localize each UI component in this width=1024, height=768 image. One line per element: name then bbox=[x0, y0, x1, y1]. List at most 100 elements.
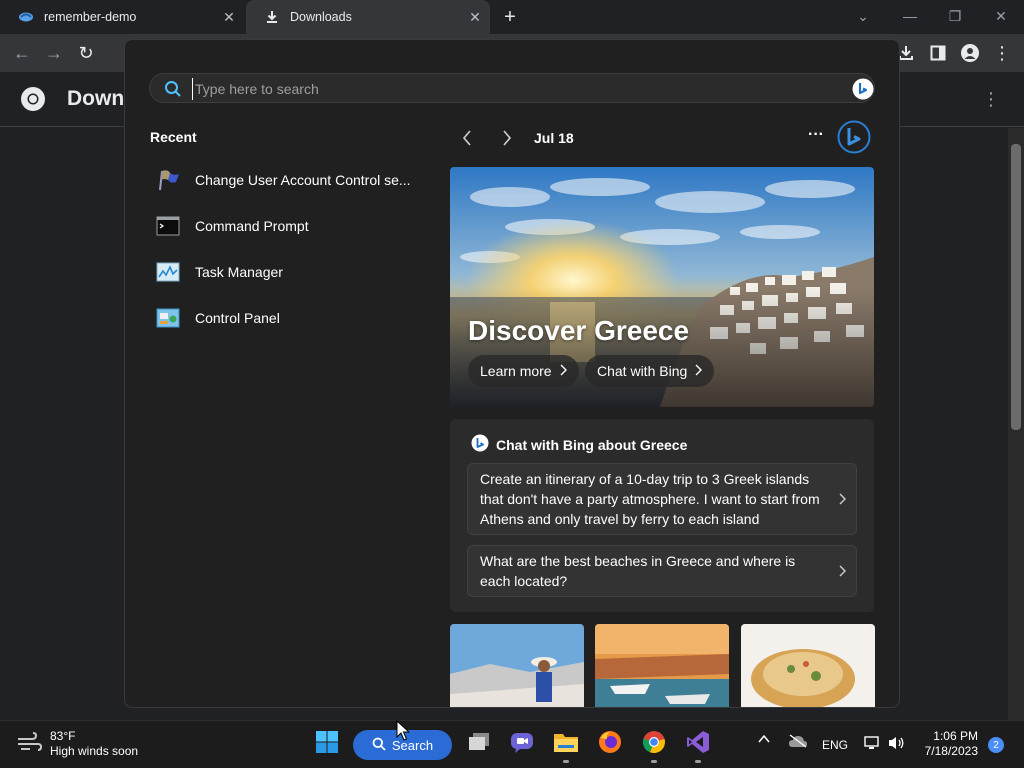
wind-icon bbox=[16, 731, 43, 758]
side-panel-icon[interactable] bbox=[926, 41, 950, 65]
running-indicator bbox=[563, 760, 569, 763]
learn-more-label: Learn more bbox=[480, 363, 552, 379]
task-view-button[interactable] bbox=[464, 729, 494, 759]
recent-item-task-manager[interactable]: Task Manager bbox=[155, 254, 415, 290]
bing-chat-card: Chat with Bing about Greece Create an it… bbox=[450, 419, 874, 612]
bing-chat-icon[interactable] bbox=[837, 120, 871, 154]
windows-logo-icon bbox=[315, 730, 339, 759]
notification-badge[interactable]: 2 bbox=[988, 737, 1004, 753]
command-prompt-icon bbox=[155, 214, 181, 238]
chevron-right-icon bbox=[560, 363, 567, 379]
download-icon bbox=[264, 9, 280, 25]
chat-with-bing-button[interactable]: Chat with Bing bbox=[585, 355, 715, 387]
chrome-button[interactable] bbox=[639, 729, 669, 763]
running-indicator bbox=[695, 760, 701, 763]
forward-icon[interactable]: → bbox=[42, 41, 66, 65]
clock-time: 1:06 PM bbox=[933, 729, 978, 743]
search-icon bbox=[372, 737, 386, 754]
tab-search-icon[interactable]: ⌄ bbox=[849, 4, 877, 28]
bing-icon bbox=[471, 434, 489, 455]
mouse-cursor-icon bbox=[396, 719, 411, 742]
chevron-right-icon bbox=[839, 490, 846, 510]
chevron-right-icon bbox=[695, 363, 703, 379]
chat-card-title: Chat with Bing about Greece bbox=[496, 436, 688, 453]
onedrive-icon[interactable] bbox=[788, 734, 808, 751]
more-options-button[interactable]: ··· bbox=[805, 126, 827, 146]
teams-chat-button[interactable] bbox=[507, 729, 537, 759]
thumbnail-food[interactable] bbox=[741, 624, 875, 707]
clock-date: 7/18/2023 bbox=[924, 744, 978, 758]
system-clock[interactable]: 1:06 PM 7/18/2023 bbox=[918, 729, 978, 759]
prompt-text: What are the best beaches in Greece and … bbox=[480, 553, 796, 589]
chevron-right-icon bbox=[839, 562, 846, 582]
windows-search-panel: Recent Change User Account Control se...… bbox=[124, 39, 900, 708]
tab-label: Downloads bbox=[290, 10, 352, 24]
running-indicator bbox=[651, 760, 657, 763]
bing-icon[interactable] bbox=[852, 78, 874, 100]
next-icon[interactable] bbox=[497, 128, 517, 148]
recent-item-control-panel[interactable]: Control Panel bbox=[155, 300, 415, 336]
weather-description: High winds soon bbox=[50, 744, 139, 758]
close-icon[interactable]: ✕ bbox=[218, 6, 240, 28]
taskbar: 83°F High winds soon Search ENG 1:06 PM … bbox=[0, 720, 1024, 768]
chrome-logo-icon bbox=[20, 86, 46, 112]
tab-label: remember-demo bbox=[44, 10, 137, 24]
recent-item-label: Task Manager bbox=[195, 264, 283, 280]
search-box[interactable] bbox=[149, 73, 875, 103]
network-icon[interactable] bbox=[864, 735, 880, 754]
chat-with-bing-label: Chat with Bing bbox=[597, 363, 688, 379]
folder-icon bbox=[553, 731, 579, 758]
start-button[interactable] bbox=[312, 729, 342, 759]
search-icon bbox=[164, 80, 182, 98]
reload-icon[interactable]: ↻ bbox=[74, 41, 98, 65]
recent-item-uac[interactable]: Change User Account Control se... bbox=[155, 162, 415, 198]
weather-widget[interactable]: 83°F High winds soon bbox=[16, 729, 138, 759]
learn-more-button[interactable]: Learn more bbox=[468, 355, 579, 387]
minimize-icon[interactable]: — bbox=[896, 4, 924, 28]
visual-studio-icon bbox=[686, 730, 710, 759]
recent-item-label: Change User Account Control se... bbox=[195, 172, 411, 188]
hero-title: Discover Greece bbox=[468, 315, 690, 346]
app-favicon-icon bbox=[18, 9, 34, 25]
new-tab-button[interactable]: + bbox=[498, 5, 522, 29]
tab-strip: remember-demo ✕ Downloads ✕ + ⌄ — ❐ ✕ bbox=[0, 0, 1024, 34]
chat-prompt-beaches[interactable]: What are the best beaches in Greece and … bbox=[467, 545, 857, 597]
task-view-icon bbox=[468, 732, 490, 757]
recent-item-label: Command Prompt bbox=[195, 218, 309, 234]
chat-icon bbox=[510, 731, 534, 758]
control-panel-icon bbox=[155, 306, 181, 330]
thumbnail-harbor[interactable] bbox=[595, 624, 729, 707]
hero-card-greece[interactable]: Discover Greece Learn more Chat with Bin… bbox=[450, 167, 874, 407]
recent-heading: Recent bbox=[150, 129, 197, 145]
thumbnail-traveler[interactable] bbox=[450, 624, 584, 707]
search-input[interactable] bbox=[192, 78, 832, 100]
firefox-button[interactable] bbox=[595, 729, 625, 759]
close-window-icon[interactable]: ✕ bbox=[987, 4, 1015, 28]
recent-item-command-prompt[interactable]: Command Prompt bbox=[155, 208, 415, 244]
page-title: Down bbox=[67, 87, 125, 110]
volume-icon[interactable] bbox=[887, 735, 905, 754]
tab-downloads[interactable]: Downloads ✕ bbox=[246, 0, 490, 34]
uac-flag-icon bbox=[155, 168, 181, 192]
date-label: Jul 18 bbox=[534, 130, 574, 146]
weather-temperature: 83°F bbox=[50, 729, 76, 743]
recent-item-label: Control Panel bbox=[195, 310, 280, 326]
task-manager-icon bbox=[155, 260, 181, 284]
profile-icon[interactable] bbox=[958, 41, 982, 65]
restore-icon[interactable]: ❐ bbox=[941, 4, 969, 28]
language-indicator[interactable]: ENG bbox=[822, 738, 848, 752]
prompt-text: Create an itinerary of a 10-day trip to … bbox=[480, 471, 820, 527]
close-icon[interactable]: ✕ bbox=[464, 6, 486, 28]
chat-card-header: Chat with Bing about Greece bbox=[471, 434, 687, 455]
more-options-icon[interactable]: ⋮ bbox=[982, 89, 1000, 109]
firefox-icon bbox=[598, 730, 622, 759]
chat-prompt-itinerary[interactable]: Create an itinerary of a 10-day trip to … bbox=[467, 463, 857, 535]
chrome-menu-icon[interactable]: ⋮ bbox=[990, 41, 1014, 65]
file-explorer-button[interactable] bbox=[551, 729, 581, 763]
scrollbar-thumb[interactable] bbox=[1011, 144, 1021, 430]
show-hidden-icons[interactable] bbox=[758, 733, 770, 748]
previous-icon[interactable] bbox=[457, 128, 477, 148]
tab-remember-demo[interactable]: remember-demo ✕ bbox=[0, 0, 244, 34]
visual-studio-button[interactable] bbox=[683, 729, 713, 763]
back-icon[interactable]: ← bbox=[10, 41, 34, 65]
